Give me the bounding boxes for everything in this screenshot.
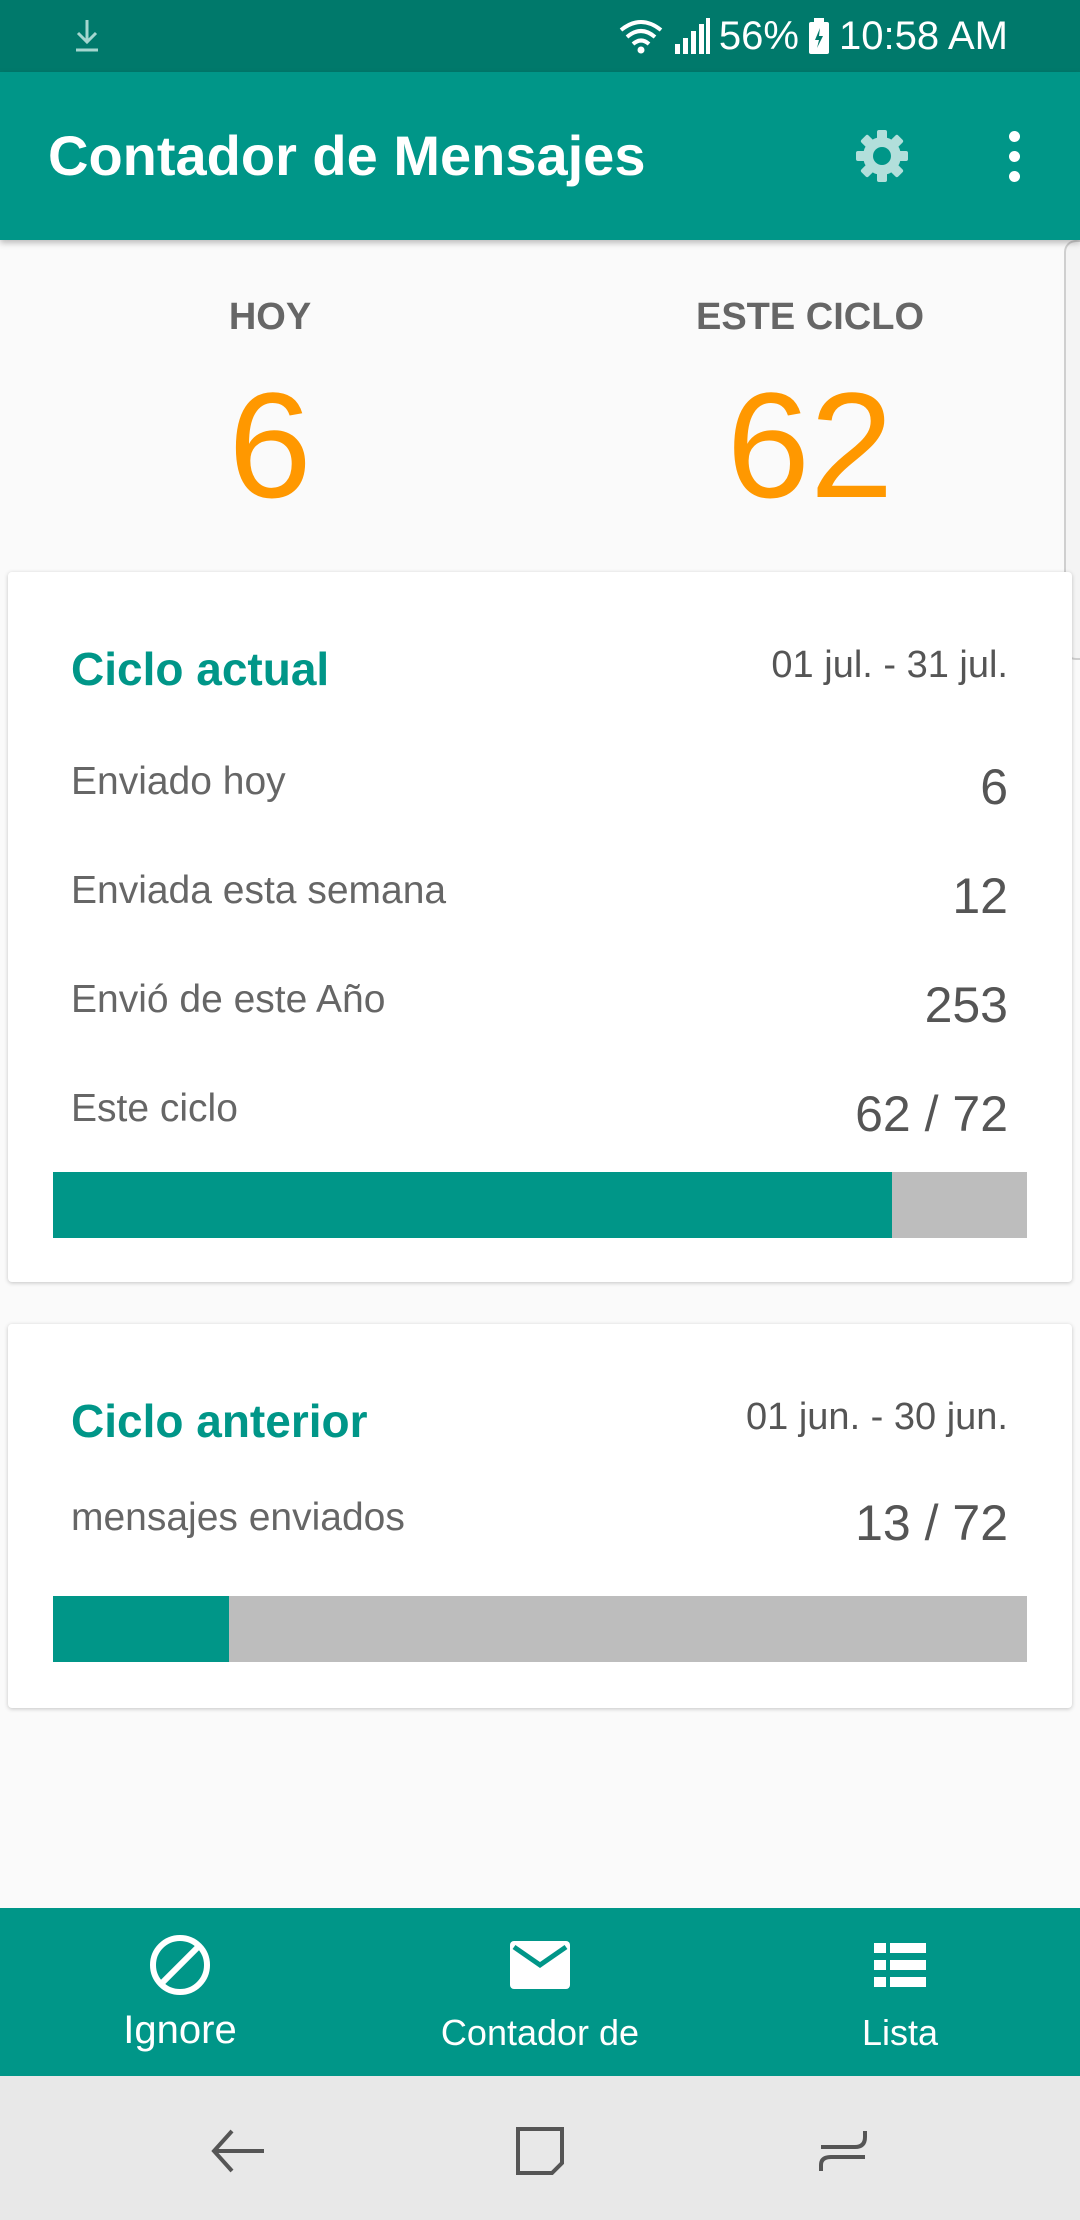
download-icon bbox=[76, 20, 98, 52]
previous-cycle-progress-fill bbox=[53, 1596, 230, 1662]
nav-counter-label: Contador de bbox=[440, 2012, 640, 2053]
previous-cycle-range: 01 jun. - 30 jun. bbox=[746, 1396, 1008, 1438]
current-cycle-progress-fill bbox=[53, 1172, 892, 1238]
recents-icon bbox=[819, 2131, 867, 2171]
bottom-navigation: Ignore Contador de Lista bbox=[0, 1908, 1080, 2076]
recents-button[interactable] bbox=[803, 2116, 883, 2186]
overflow-dot bbox=[1008, 150, 1020, 162]
today-value: 6 bbox=[228, 361, 312, 529]
sent-year-value: 253 bbox=[924, 977, 1008, 1033]
gear-icon bbox=[856, 130, 908, 182]
nav-list[interactable]: Lista bbox=[720, 1908, 1080, 2076]
nav-ignore[interactable]: Ignore bbox=[0, 1908, 360, 2076]
mail-icon bbox=[510, 1941, 570, 1989]
list-icon bbox=[874, 1943, 926, 1987]
back-button[interactable] bbox=[198, 2116, 278, 2186]
previous-cycle-title: Ciclo anterior bbox=[71, 1395, 368, 1447]
nav-icon-wrap bbox=[0, 1930, 360, 2000]
sent-week-value: 12 bbox=[952, 868, 1008, 924]
current-cycle-progress bbox=[53, 1172, 1027, 1238]
home-icon bbox=[516, 2127, 564, 2175]
sent-today-value: 6 bbox=[980, 759, 1008, 815]
app-title: Contador de Mensajes bbox=[48, 124, 646, 187]
app-bar: Contador de Mensajes bbox=[0, 72, 1080, 240]
block-icon bbox=[150, 1935, 210, 1995]
nav-icon-wrap bbox=[360, 1930, 720, 2000]
status-bar: 56% 10:58 AM bbox=[0, 0, 1080, 72]
nav-ignore-label: Ignore bbox=[123, 2008, 237, 2052]
previous-cycle-card: Ciclo anterior 01 jun. - 30 jun. mensaje… bbox=[8, 1324, 1072, 1708]
battery-icon bbox=[808, 18, 829, 54]
messages-sent-label: mensajes enviados bbox=[71, 1496, 405, 1539]
current-cycle-card: Ciclo actual 01 jul. - 31 jul. Enviado h… bbox=[8, 572, 1072, 1282]
cycle-label: ESTE CICLO bbox=[695, 296, 925, 338]
overflow-menu-icon bbox=[1008, 130, 1020, 142]
sent-today-label: Enviado hoy bbox=[71, 760, 286, 803]
back-icon bbox=[211, 2129, 264, 2173]
cycle-value: 62 bbox=[726, 361, 894, 529]
clock: 10:58 AM bbox=[838, 13, 1008, 58]
nav-icon-wrap bbox=[720, 1930, 1080, 2000]
sent-week-label: Enviada esta semana bbox=[71, 869, 447, 912]
current-cycle-title: Ciclo actual bbox=[71, 643, 330, 695]
previous-cycle-progress bbox=[53, 1596, 1027, 1662]
this-cycle-value: 62 / 72 bbox=[855, 1086, 1008, 1142]
today-label: HOY bbox=[228, 296, 312, 338]
battery-percent: 56% bbox=[718, 13, 799, 58]
this-cycle-label: Este ciclo bbox=[71, 1087, 238, 1130]
overflow-menu-button[interactable] bbox=[990, 122, 1038, 190]
sent-year-label: Envió de este Año bbox=[71, 978, 386, 1021]
current-cycle-range: 01 jul. - 31 jul. bbox=[771, 644, 1008, 686]
signal-icon bbox=[674, 18, 710, 54]
overflow-dot bbox=[1008, 170, 1020, 182]
settings-button[interactable] bbox=[848, 122, 916, 190]
nav-counter[interactable]: Contador de bbox=[360, 1908, 720, 2076]
wifi-icon bbox=[619, 20, 663, 54]
home-button[interactable] bbox=[500, 2116, 580, 2186]
nav-list-label: Lista bbox=[861, 2012, 939, 2053]
system-navigation-bar bbox=[0, 2076, 1080, 2220]
messages-sent-value: 13 / 72 bbox=[855, 1495, 1008, 1551]
